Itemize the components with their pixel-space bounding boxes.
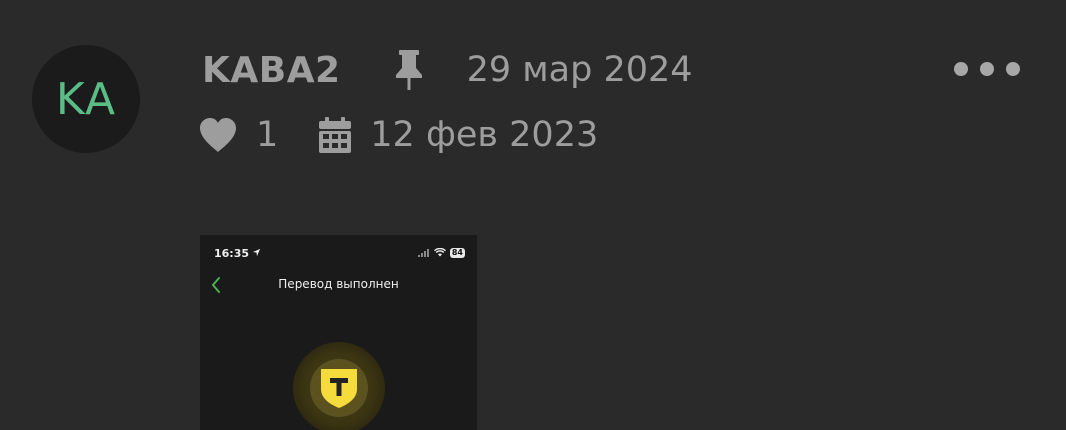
screen-header: Перевод выполнен xyxy=(200,275,477,295)
attachment-image[interactable]: 16:35 84 Перевод выполнен xyxy=(200,235,477,430)
avatar-initials: KA xyxy=(55,73,117,125)
like-count: 1 xyxy=(256,115,279,155)
status-time: 16:35 xyxy=(214,246,250,260)
calendar-icon xyxy=(318,116,352,154)
pinned-date: 29 мар 2024 xyxy=(466,50,693,90)
bank-logo-icon xyxy=(293,342,385,430)
avatar[interactable]: KA xyxy=(32,45,140,153)
post-date: 12 фев 2023 xyxy=(370,115,599,155)
heart-icon[interactable] xyxy=(198,117,238,153)
phone-status-bar: 16:35 84 xyxy=(214,245,465,261)
more-options-button[interactable] xyxy=(954,56,1020,82)
more-dot-icon xyxy=(980,62,994,76)
post-card: KA KABA2 29 мар 2024 1 12 фев 2023 16:35… xyxy=(0,0,1066,430)
more-dot-icon xyxy=(954,62,968,76)
battery-level: 84 xyxy=(449,248,465,258)
wifi-icon xyxy=(433,247,446,260)
post-meta: 1 12 фев 2023 xyxy=(198,111,598,159)
more-dot-icon xyxy=(1006,62,1020,76)
location-arrow-icon xyxy=(252,247,261,260)
signal-icon xyxy=(417,247,430,260)
pin-icon xyxy=(391,48,427,92)
username[interactable]: KABA2 xyxy=(202,50,341,91)
screen-title: Перевод выполнен xyxy=(278,277,399,291)
post-header: KABA2 29 мар 2024 xyxy=(202,44,693,96)
